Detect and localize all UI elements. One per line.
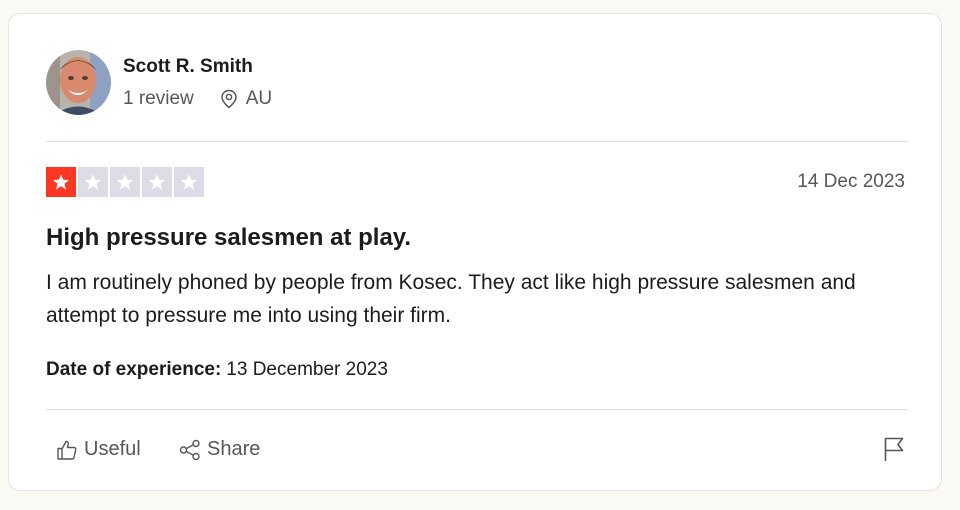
- star-icon: [78, 167, 108, 197]
- star-icon: [110, 167, 140, 197]
- avatar[interactable]: [46, 50, 111, 115]
- star-icon: [142, 167, 172, 197]
- reviewer-name[interactable]: Scott R. Smith: [123, 56, 253, 78]
- flag-icon: [884, 437, 904, 461]
- location-pin-icon: [220, 89, 237, 109]
- useful-label: Useful: [84, 438, 141, 460]
- experience-date: Date of experience: 13 December 2023: [46, 359, 388, 381]
- review-card: Scott R. Smith 1 review AU 14 Dec 2023 H…: [8, 13, 942, 491]
- experience-label: Date of experience:: [46, 359, 222, 380]
- review-title[interactable]: High pressure salesmen at play.: [46, 224, 411, 252]
- thumbs-up-icon: [57, 440, 77, 460]
- reviewer-country: AU: [245, 88, 273, 109]
- reviewer-location: AU: [220, 88, 272, 110]
- star-rating: [46, 167, 204, 197]
- share-icon: [179, 439, 200, 460]
- star-icon: [174, 167, 204, 197]
- report-button[interactable]: [883, 436, 905, 467]
- divider: [46, 409, 908, 410]
- experience-value: 13 December 2023: [226, 359, 388, 380]
- star-icon: [46, 167, 76, 197]
- review-text: I am routinely phoned by people from Kos…: [46, 271, 856, 327]
- user-photo-avatar: [46, 50, 111, 115]
- share-label: Share: [207, 438, 261, 460]
- share-button[interactable]: Share: [179, 438, 260, 461]
- review-date: 14 Dec 2023: [797, 171, 905, 192]
- reviewer-meta: 1 review AU: [123, 88, 272, 110]
- useful-button[interactable]: Useful: [56, 438, 141, 461]
- divider: [46, 141, 908, 142]
- review-count: 1 review: [123, 88, 194, 109]
